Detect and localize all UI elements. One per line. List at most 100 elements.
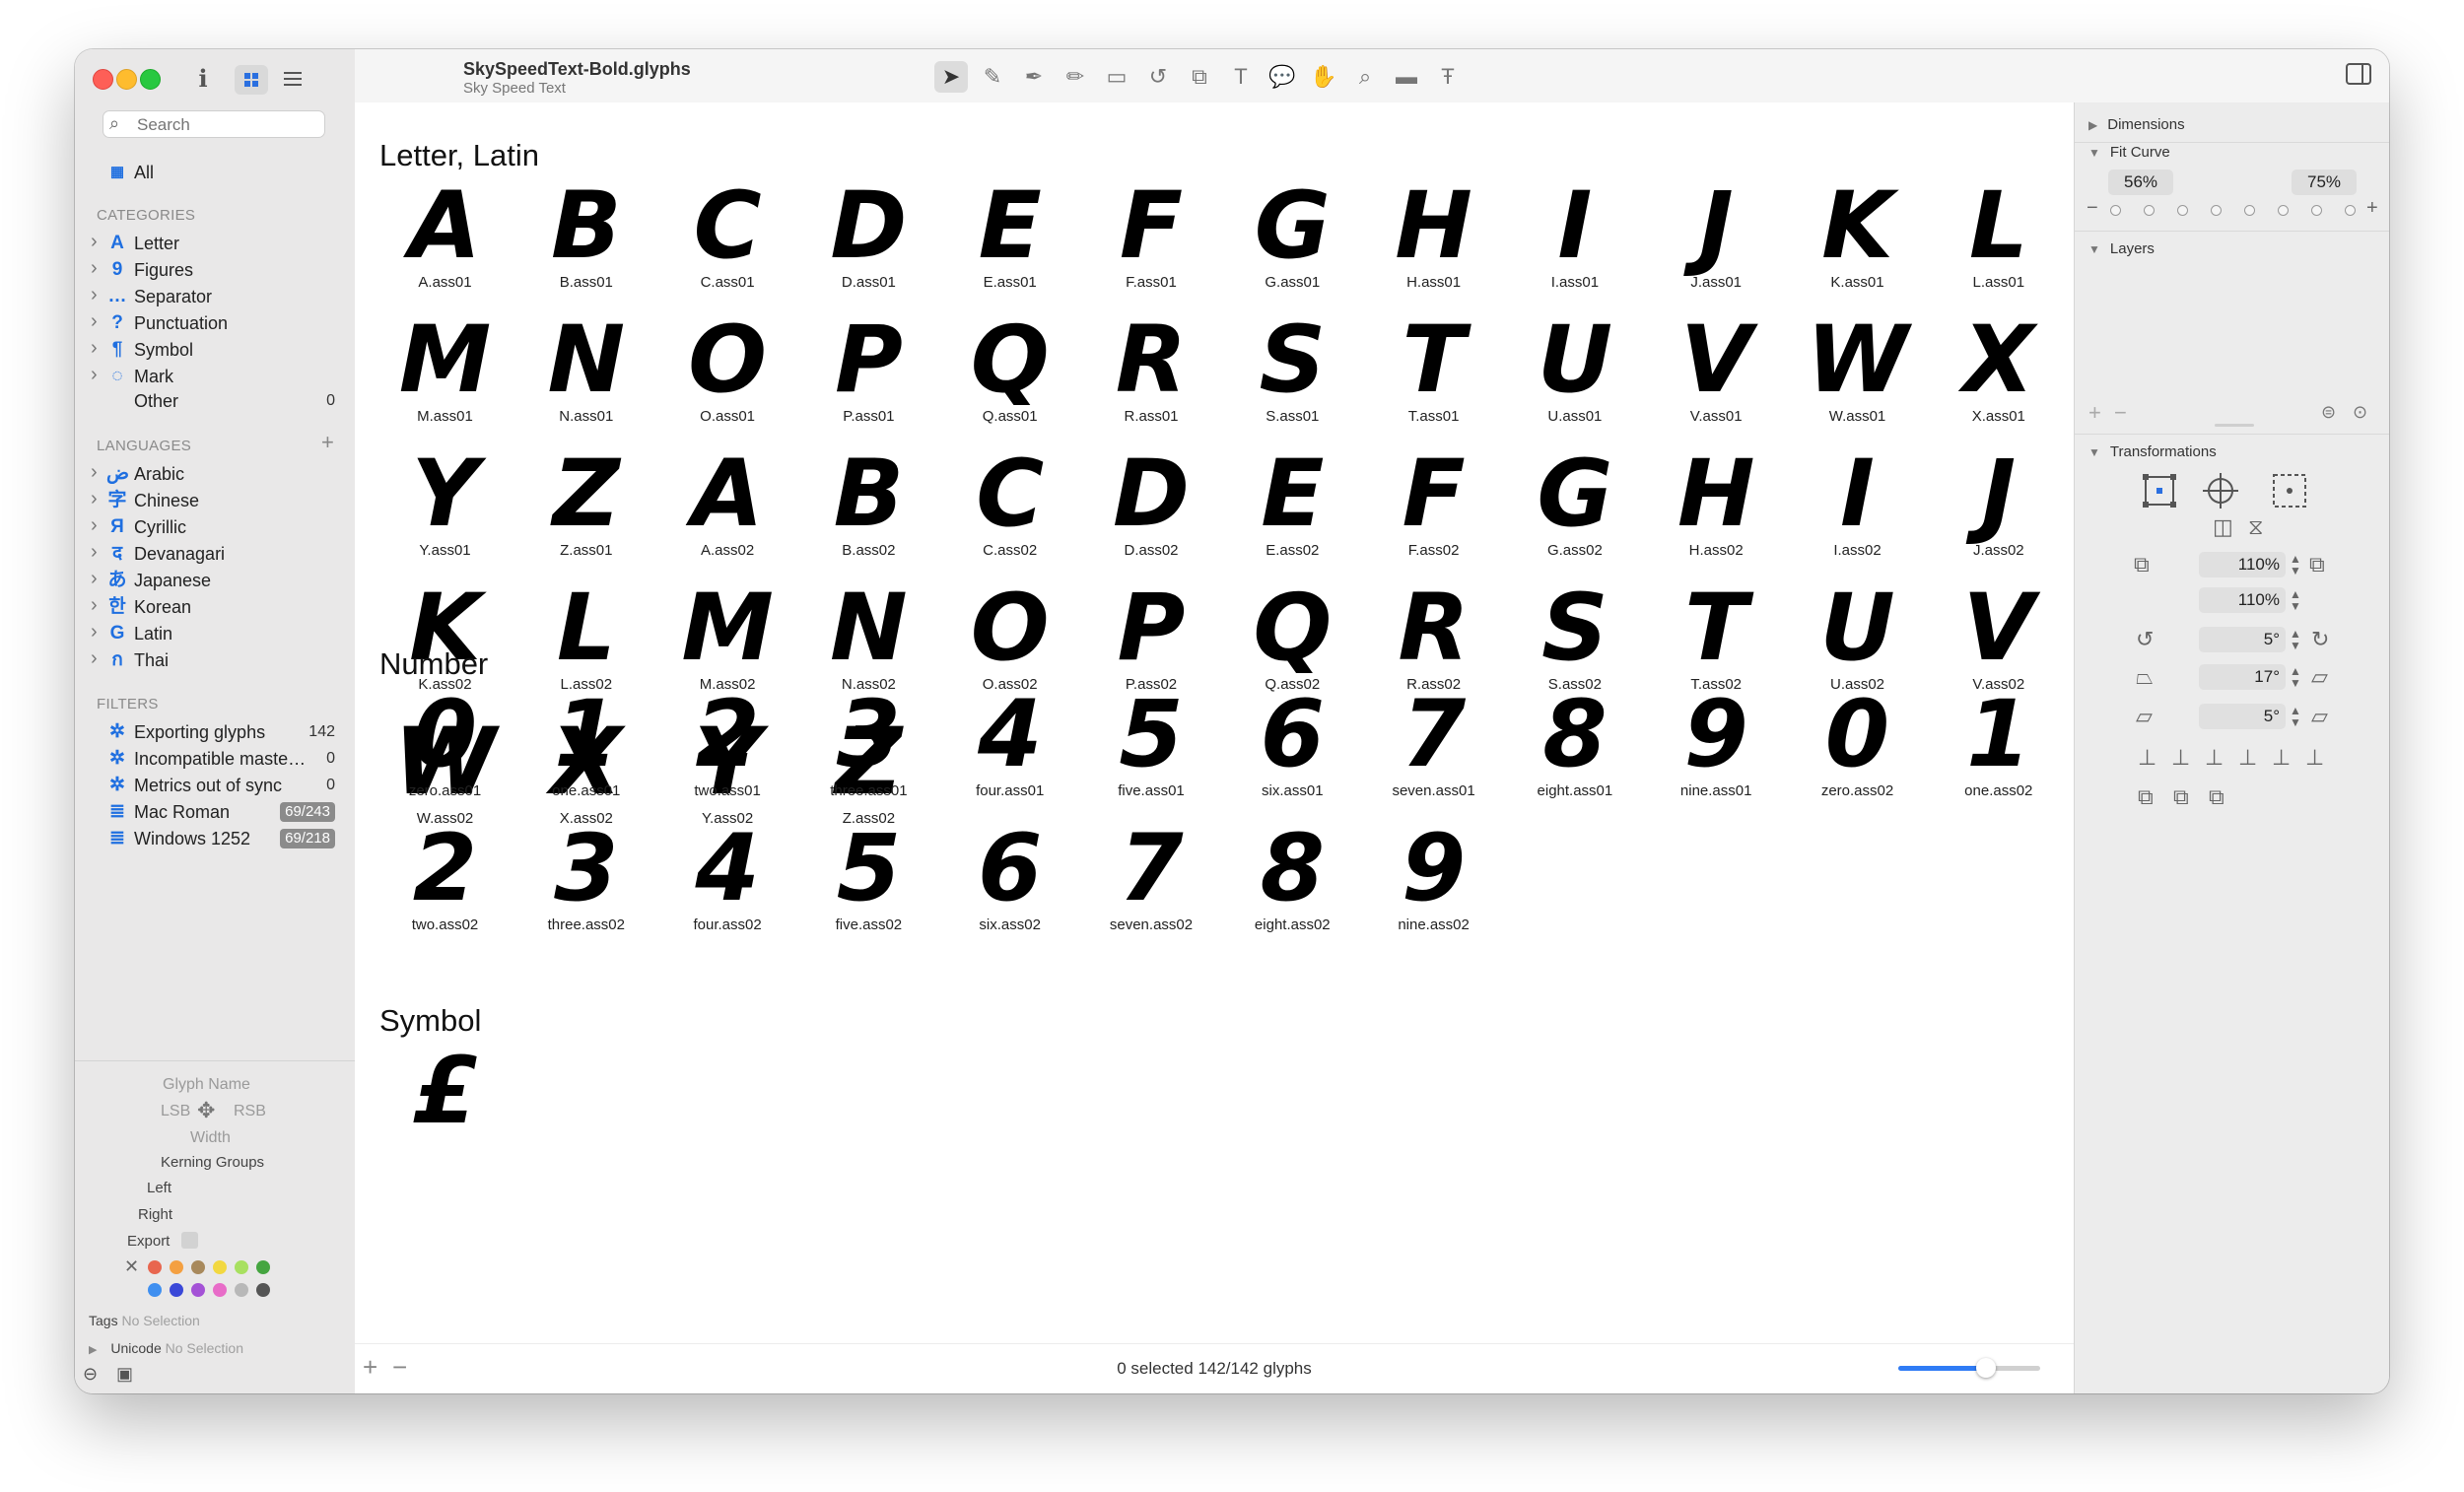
glyph-cell[interactable]: I I.ass02 <box>1787 445 1928 578</box>
chevron-right-icon[interactable]: › <box>91 566 98 591</box>
glyph-cell[interactable]: £ <box>375 1043 515 1176</box>
glyph-cell[interactable]: V V.ass01 <box>1646 311 1787 444</box>
filter-item[interactable]: ✲ Exporting glyphs 142 <box>91 719 349 745</box>
color-label-swatch[interactable] <box>213 1260 227 1274</box>
intersect-icon[interactable]: ⧉ <box>2209 784 2224 810</box>
list-view-toggle[interactable] <box>282 69 304 94</box>
info-icon[interactable]: i <box>193 65 213 93</box>
glyph-cell[interactable]: C C.ass01 <box>657 177 798 310</box>
union-icon[interactable]: ⧉ <box>2138 784 2154 810</box>
color-label-swatch[interactable] <box>170 1283 183 1297</box>
glyph-cell[interactable]: 2 two.ass01 <box>657 686 798 819</box>
glyph-cell[interactable]: 9 nine.ass02 <box>1363 820 1504 953</box>
chevron-right-icon[interactable]: › <box>91 592 98 618</box>
filter-item[interactable]: ≣ Windows 1252 69/218 <box>91 826 349 851</box>
layer-filter-icon[interactable]: ⊜ <box>2321 402 2336 423</box>
glyph-cell[interactable]: C C.ass02 <box>939 445 1080 578</box>
glyph-cell[interactable]: 1 one.ass02 <box>1928 686 2069 819</box>
crosshair-origin-icon[interactable] <box>2201 471 2240 510</box>
zoom-icon[interactable]: ⌕ <box>1348 61 1382 93</box>
chevron-right-icon[interactable]: › <box>91 512 98 538</box>
glyph-cell[interactable]: 5 five.ass02 <box>798 820 939 953</box>
grid-view-toggle[interactable] <box>235 65 268 95</box>
slant-stepper[interactable]: ▲ ▼ <box>2290 665 2301 689</box>
sidebar-item-separator[interactable]: › … Separator <box>91 284 349 309</box>
select-all-layers-icon[interactable]: ✎ <box>976 61 1009 93</box>
align-bottom-icon[interactable]: ⊥ <box>2305 745 2324 771</box>
glyph-cell[interactable]: A A.ass02 <box>657 445 798 578</box>
glyph-cell[interactable]: 0 zero.ass02 <box>1787 686 1928 819</box>
color-label-swatch[interactable] <box>235 1260 248 1274</box>
slant-left-icon[interactable]: ⏢ <box>2136 664 2154 690</box>
scale-y-field[interactable]: 110% <box>2199 587 2286 613</box>
chevron-right-icon[interactable]: › <box>91 335 98 361</box>
color-label-swatch[interactable] <box>256 1283 270 1297</box>
sidebar-item-latin[interactable]: › G Latin <box>91 621 349 646</box>
text-tool-icon[interactable]: T <box>1224 61 1258 93</box>
glyph-cell[interactable]: 8 eight.ass01 <box>1504 686 1645 819</box>
zoom-window-button[interactable] <box>140 69 161 90</box>
slant-field[interactable]: 17° <box>2199 664 2286 690</box>
layer-options-icon[interactable]: ⊙ <box>2353 402 2367 423</box>
popup-menu-icon[interactable]: ▣ <box>116 1364 133 1385</box>
mirror-vertical-icon[interactable]: ⧖ <box>2248 514 2263 540</box>
rsb-field[interactable]: RSB <box>234 1103 266 1120</box>
chevron-right-icon[interactable]: › <box>91 255 98 281</box>
sidebar-item-letter[interactable]: › A Letter <box>91 231 349 256</box>
sidebar-item-cyrillic[interactable]: › Я Cyrillic <box>91 514 349 540</box>
fit-curve-dot[interactable] <box>2144 205 2155 216</box>
scale-up-icon[interactable]: ⧉ <box>2309 552 2325 577</box>
rotate-cw-icon[interactable]: ↻ <box>2311 627 2329 652</box>
rotate-ccw-icon[interactable]: ↺ <box>2136 627 2154 652</box>
scale-x-stepper[interactable]: ▲ ▼ <box>2290 553 2301 576</box>
glyph-cell[interactable]: J J.ass01 <box>1646 177 1787 310</box>
color-label-swatch[interactable] <box>235 1283 248 1297</box>
fit-curve-dot[interactable] <box>2244 205 2255 216</box>
dimensions-header[interactable]: ▶ Dimensions <box>2088 116 2185 133</box>
sidebar-item-thai[interactable]: › ก Thai <box>91 647 349 673</box>
glyph-cell[interactable]: O O.ass01 <box>657 311 798 444</box>
pencil-tool-icon[interactable]: ✏ <box>1059 61 1092 93</box>
glyph-cell[interactable]: R R.ass01 <box>1081 311 1222 444</box>
hand-tool-icon[interactable]: ✋ <box>1307 61 1340 93</box>
fit-curve-dot[interactable] <box>2345 205 2356 216</box>
align-center-h-icon[interactable]: ⊥ <box>2171 745 2190 771</box>
glyph-cell[interactable]: A A.ass01 <box>375 177 515 310</box>
sidebar-item-all[interactable]: ▦ All <box>91 160 349 185</box>
glyph-cell[interactable]: 6 six.ass01 <box>1222 686 1363 819</box>
chevron-right-icon[interactable]: › <box>91 539 98 565</box>
glyph-cell[interactable]: 2 two.ass02 <box>375 820 515 953</box>
filter-item[interactable]: ✲ Incompatible maste… 0 <box>91 746 349 772</box>
chevron-right-icon[interactable]: › <box>91 282 98 307</box>
skew-field[interactable]: 5° <box>2199 704 2286 729</box>
chevron-right-icon[interactable]: › <box>91 486 98 511</box>
chevron-right-icon[interactable]: › <box>91 645 98 671</box>
annotation-icon[interactable]: 💬 <box>1266 61 1299 93</box>
glyph-cell[interactable]: L L.ass01 <box>1928 177 2069 310</box>
sidebar-item-other[interactable]: Other 0 <box>91 388 349 414</box>
sidebar-toggle-button[interactable] <box>2346 63 2371 90</box>
color-label-swatch[interactable] <box>148 1283 162 1297</box>
sidebar-item-japanese[interactable]: › あ Japanese <box>91 568 349 593</box>
color-label-swatch[interactable] <box>170 1260 183 1274</box>
skew-left-icon[interactable]: ⏥ <box>2136 704 2153 729</box>
sidebar-item-korean[interactable]: › 한 Korean <box>91 594 349 620</box>
width-field[interactable]: Width <box>190 1129 231 1147</box>
glyph-cell[interactable]: 4 four.ass02 <box>657 820 798 953</box>
glyph-cell[interactable]: D D.ass02 <box>1081 445 1222 578</box>
align-right-icon[interactable]: ⊥ <box>2205 745 2224 771</box>
filter-item[interactable]: ✲ Metrics out of sync 0 <box>91 773 349 798</box>
align-left-icon[interactable]: ⊥ <box>2138 745 2156 771</box>
glyph-cell[interactable]: Y Y.ass01 <box>375 445 515 578</box>
glyph-cell[interactable]: T T.ass01 <box>1363 311 1504 444</box>
sidebar-item-mark[interactable]: › ◌ Mark <box>91 364 349 389</box>
sidebar-item-chinese[interactable]: › 字 Chinese <box>91 488 349 513</box>
bounding-box-origin-icon[interactable] <box>2140 471 2179 510</box>
glyph-cell[interactable]: 5 five.ass01 <box>1081 686 1222 819</box>
glyph-cell[interactable]: F F.ass01 <box>1081 177 1222 310</box>
slant-right-icon[interactable]: ▱ <box>2311 664 2328 690</box>
glyph-cell[interactable]: G G.ass02 <box>1504 445 1645 578</box>
draw-tool-icon[interactable]: ✒ <box>1017 61 1051 93</box>
glyph-cell[interactable]: 3 three.ass02 <box>515 820 656 953</box>
fit-curve-low[interactable]: 56% <box>2108 170 2173 195</box>
